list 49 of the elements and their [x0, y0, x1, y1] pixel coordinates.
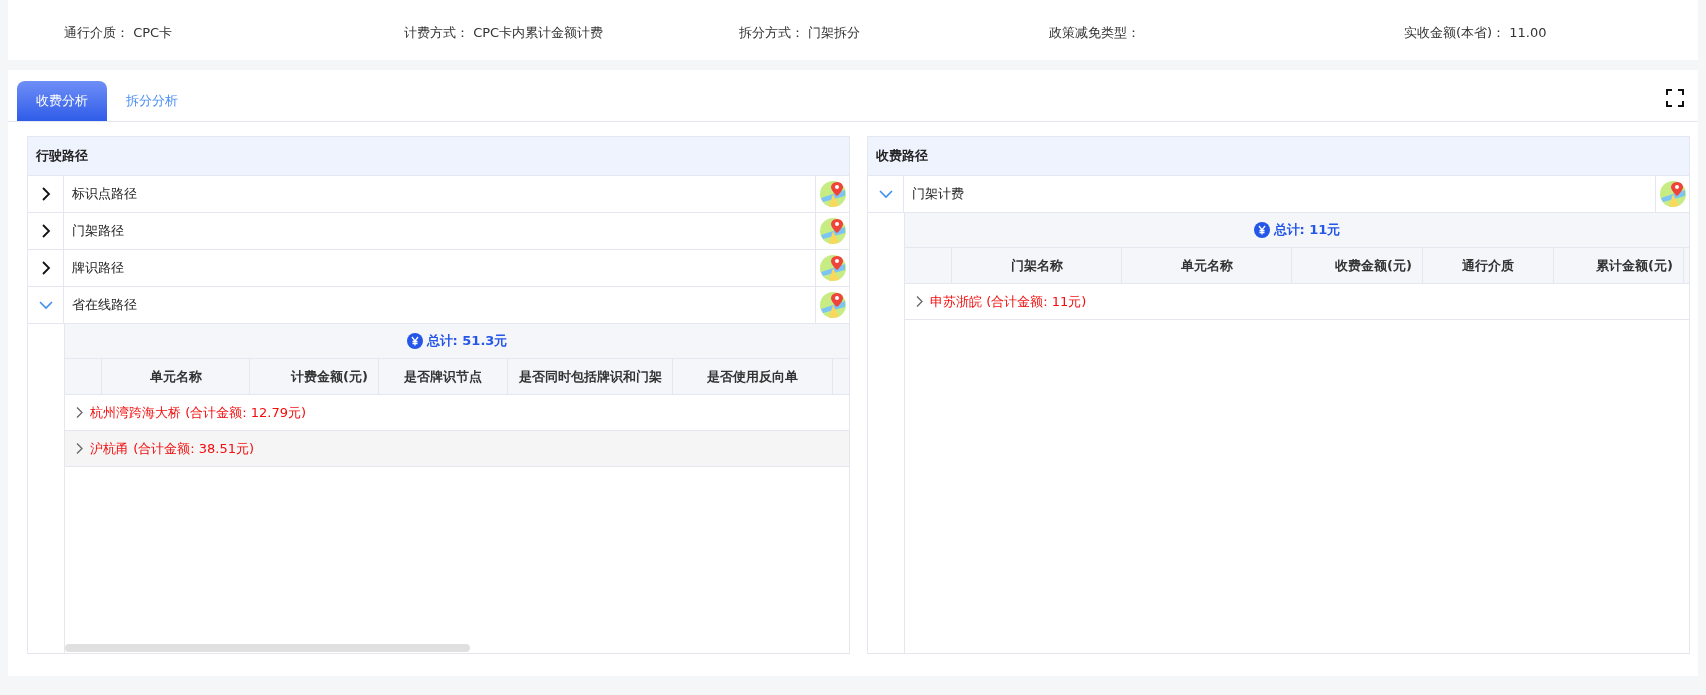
- route-name: 门架路径: [71, 222, 125, 240]
- info-field: 拆分方式： 门架拆分: [739, 24, 1049, 42]
- column-header: 是否使用反向单: [673, 359, 833, 394]
- tab[interactable]: 收费分析: [17, 81, 107, 121]
- info-field: 政策减免类型：: [1049, 24, 1404, 42]
- chevron-down-icon: [38, 298, 53, 312]
- group-label: 杭州湾跨海大桥 (合计金额: 12.79元): [90, 403, 306, 422]
- group-label: 申苏浙皖 (合计金额: 11元): [930, 292, 1087, 311]
- map-button[interactable]: [815, 213, 849, 249]
- map-button[interactable]: [815, 287, 849, 323]
- map-pin-icon: [818, 217, 847, 245]
- chevron-right-icon[interactable]: [75, 406, 84, 419]
- info-field: 计费方式： CPC卡内累计金额计费: [404, 24, 739, 42]
- total-amount: 总计: 11元: [1273, 221, 1341, 239]
- group-label: 沪杭甬 (合计金额: 38.51元): [90, 439, 254, 458]
- map-pin-icon: [1658, 180, 1687, 208]
- chevron-right-icon[interactable]: [915, 295, 924, 308]
- route-name: 牌识路径: [71, 259, 125, 277]
- scrollbar[interactable]: [65, 644, 470, 652]
- info-field: 实收金额(本省)： 11.00: [1404, 24, 1698, 42]
- info-field: 通行介质： CPC卡: [64, 24, 404, 42]
- map-pin-icon: [818, 254, 847, 282]
- column-header: 是否同时包括牌识和门架: [508, 359, 673, 394]
- group-row[interactable]: 沪杭甬 (合计金额: 38.51元): [65, 431, 849, 467]
- panel-title: 行驶路径: [28, 137, 849, 176]
- yen-icon: [406, 333, 423, 349]
- tab[interactable]: 拆分分析: [107, 81, 197, 121]
- route-name: 标识点路径: [71, 185, 138, 203]
- chevron-right-icon[interactable]: [75, 442, 84, 455]
- map-pin-icon: [818, 291, 847, 319]
- column-header: 收费金额(元): [1292, 248, 1423, 283]
- column-header: 累计金额(元): [1554, 248, 1684, 283]
- fullscreen-button[interactable]: [1665, 88, 1685, 108]
- map-button[interactable]: [815, 250, 849, 286]
- yen-icon: [1253, 222, 1270, 238]
- column-header: 门架名称: [952, 248, 1122, 283]
- column-header: 是否牌识节点: [379, 359, 508, 394]
- map-button[interactable]: [815, 176, 849, 212]
- column-header: 单元名称: [1122, 248, 1292, 283]
- column-header: 单元名称: [102, 359, 250, 394]
- route-name: 省在线路径: [71, 296, 138, 314]
- route-name: 门架计费: [911, 185, 965, 203]
- chevron-down-icon: [878, 187, 893, 201]
- map-button[interactable]: [1655, 176, 1689, 212]
- panel-title: 收费路径: [868, 137, 1689, 176]
- column-header: 通行介质: [1423, 248, 1554, 283]
- map-pin-icon: [818, 180, 847, 208]
- total-amount: 总计: 51.3元: [426, 332, 508, 350]
- column-header: 计费金额(元): [250, 359, 379, 394]
